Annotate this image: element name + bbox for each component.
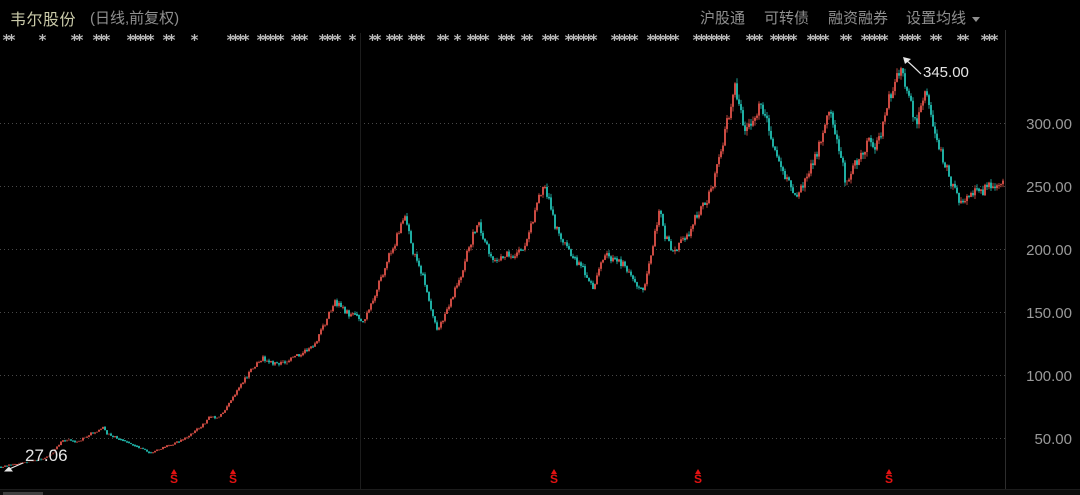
- horizontal-scrollbar[interactable]: [0, 489, 1080, 495]
- news-event-marker[interactable]: *****: [769, 31, 794, 49]
- news-event-marker[interactable]: ******: [646, 31, 676, 49]
- dividend-marker[interactable]: S: [226, 469, 240, 485]
- candlestick-chart[interactable]: [0, 0, 1080, 495]
- stock-chart-window: 韦尔股份 (日线,前复权) 沪股通 可转债 融资融券 设置均线 ********…: [0, 0, 1080, 495]
- news-event-marker[interactable]: ****: [806, 31, 826, 49]
- news-event-marker[interactable]: **: [2, 31, 12, 49]
- news-event-marker[interactable]: *: [348, 31, 353, 49]
- news-event-marker[interactable]: ***: [980, 31, 995, 49]
- y-axis-label: 150.00: [1010, 305, 1072, 322]
- news-event-marker[interactable]: *****: [126, 31, 151, 49]
- news-event-marker[interactable]: **: [70, 31, 80, 49]
- dividend-marker[interactable]: S: [547, 469, 561, 485]
- news-event-marker[interactable]: ***: [92, 31, 107, 49]
- news-event-marker[interactable]: **: [520, 31, 530, 49]
- dividend-s-icon: S: [226, 474, 240, 485]
- news-event-marker[interactable]: *****: [610, 31, 635, 49]
- news-event-marker[interactable]: **: [956, 31, 966, 49]
- news-event-marker[interactable]: **: [162, 31, 172, 49]
- dividend-s-icon: S: [691, 474, 705, 485]
- news-event-marker[interactable]: ***: [407, 31, 422, 49]
- news-event-marker[interactable]: ****: [898, 31, 918, 49]
- news-event-marker[interactable]: *****: [860, 31, 885, 49]
- menu-item-ma-settings[interactable]: 设置均线: [906, 7, 980, 28]
- menu-item-convertible-bond[interactable]: 可转债: [764, 7, 809, 28]
- news-event-marker[interactable]: ******: [564, 31, 594, 49]
- chart-type-label: (日线,前复权): [90, 7, 179, 28]
- news-event-marker[interactable]: *******: [692, 31, 727, 49]
- news-event-marker[interactable]: **: [929, 31, 939, 49]
- y-axis-label: 250.00: [1010, 179, 1072, 196]
- news-event-marker[interactable]: *: [38, 31, 43, 49]
- stock-name: 韦尔股份: [10, 6, 76, 30]
- menu-item-hgt[interactable]: 沪股通: [700, 7, 745, 28]
- news-event-marker[interactable]: ***: [497, 31, 512, 49]
- chart-header: 韦尔股份 (日线,前复权) 沪股通 可转债 融资融券 设置均线: [0, 0, 1080, 30]
- news-event-marker[interactable]: ***: [385, 31, 400, 49]
- low-price-annotation: 27.06: [25, 446, 68, 466]
- dividend-marker[interactable]: S: [882, 469, 896, 485]
- dividend-s-icon: S: [167, 474, 181, 485]
- ma-settings-label: 设置均线: [906, 10, 966, 27]
- news-event-marker[interactable]: ****: [318, 31, 338, 49]
- y-axis-label: 100.00: [1010, 368, 1072, 385]
- y-axis-label: 200.00: [1010, 242, 1072, 259]
- news-event-marker[interactable]: **: [368, 31, 378, 49]
- news-event-marker[interactable]: **: [436, 31, 446, 49]
- news-event-marker[interactable]: *****: [256, 31, 281, 49]
- dividend-marker[interactable]: S: [691, 469, 705, 485]
- y-axis-label: 50.00: [1010, 431, 1072, 448]
- news-event-marker[interactable]: ***: [541, 31, 556, 49]
- news-event-marker[interactable]: *: [190, 31, 195, 49]
- news-event-marker[interactable]: ***: [745, 31, 760, 49]
- news-event-marker[interactable]: ***: [290, 31, 305, 49]
- peak-price-annotation: 345.00: [923, 64, 969, 81]
- menu-item-margin-trading[interactable]: 融资融券: [828, 7, 888, 28]
- dividend-marker[interactable]: S: [167, 469, 181, 485]
- chevron-down-icon: [972, 17, 980, 22]
- news-event-marker[interactable]: *: [453, 31, 458, 49]
- news-event-marker[interactable]: **: [839, 31, 849, 49]
- news-event-marker[interactable]: ****: [466, 31, 486, 49]
- dividend-s-icon: S: [882, 474, 896, 485]
- dividend-s-icon: S: [547, 474, 561, 485]
- y-axis-label: 300.00: [1010, 116, 1072, 133]
- news-event-marker[interactable]: ****: [226, 31, 246, 49]
